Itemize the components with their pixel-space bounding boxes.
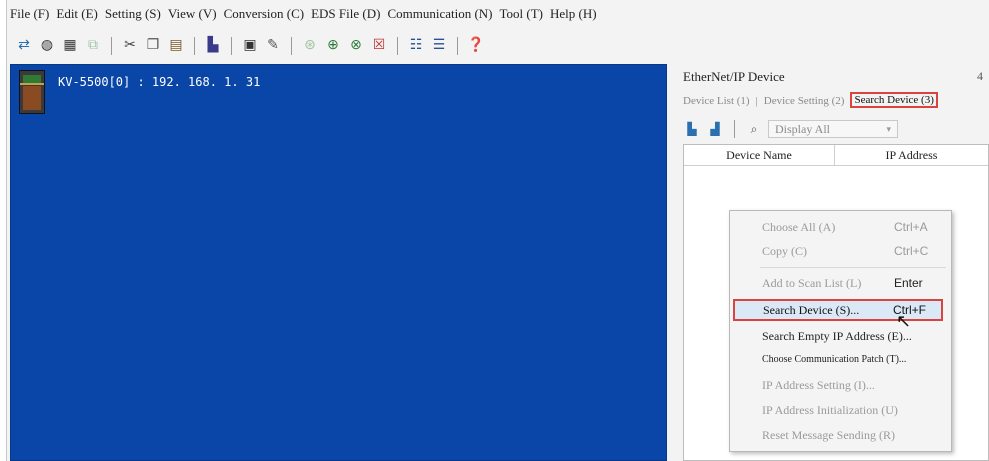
panel-pin-icon[interactable]: 4	[977, 69, 983, 84]
brush-icon[interactable]: ✎	[263, 36, 283, 56]
panel-toolbar: ▙ ▟ ⌕ Display All ▾	[683, 119, 898, 139]
context-menu: Choose All (A) Ctrl+A Copy (C) Ctrl+C Ad…	[729, 210, 952, 452]
toolbar-divider	[457, 37, 458, 55]
shortcut-label: Enter	[894, 276, 923, 290]
panel-title: EtherNet/IP Device	[683, 69, 785, 84]
edit-icon[interactable]: ▣	[240, 36, 260, 56]
list-icon[interactable]: ☰	[429, 36, 449, 56]
mouse-cursor-icon: ↖	[896, 311, 912, 331]
plc-screen	[23, 75, 41, 83]
tree-icon[interactable]: ▙	[203, 36, 223, 56]
menu-item-copy[interactable]: Copy (C) Ctrl+C	[762, 244, 928, 259]
menu-view[interactable]: View (V)	[168, 6, 217, 28]
menu-tool[interactable]: Tool (T)	[500, 6, 544, 28]
shortcut-label: Ctrl+C	[894, 244, 929, 258]
menu-item-label: Search Device (S)...	[763, 303, 860, 317]
menu-item-ip-setting[interactable]: IP Address Setting (I)...	[762, 378, 875, 393]
display-filter-value: Display All	[775, 121, 831, 136]
menu-setting[interactable]: Setting (S)	[105, 6, 161, 28]
shortcut-label: Ctrl+A	[894, 220, 928, 234]
toolbar-divider	[194, 37, 195, 55]
plc-stripe	[20, 83, 44, 85]
monitor-icon[interactable]: ◍	[37, 36, 57, 56]
menu-eds-file[interactable]: EDS File (D)	[311, 6, 380, 28]
table-icon[interactable]: ☷	[406, 36, 426, 56]
menu-item-label: Choose All (A)	[762, 220, 836, 234]
toolbar-divider	[397, 37, 398, 55]
plc-body	[23, 86, 41, 110]
menu-conversion[interactable]: Conversion (C)	[224, 6, 305, 28]
menu-item-choose-comm-path[interactable]: Choose Communication Patch (T)...	[762, 354, 906, 365]
tab-search-device[interactable]: Search Device (3)	[850, 92, 938, 108]
menu-edit[interactable]: Edit (E)	[56, 6, 98, 28]
paste-icon[interactable]: ▤	[166, 36, 186, 56]
menu-item-add-to-scan-list[interactable]: Add to Scan List (L) Enter	[762, 276, 923, 291]
copy-icon[interactable]: ❐	[143, 36, 163, 56]
menu-item-search-device[interactable]: Search Device (S)... Ctrl+F	[733, 299, 943, 321]
check-icon[interactable]: ☒	[369, 36, 389, 56]
column-ip-address[interactable]: IP Address	[835, 145, 988, 165]
display-filter-select[interactable]: Display All ▾	[768, 120, 898, 138]
menu-item-reset-message[interactable]: Reset Message Sending (R)	[762, 428, 895, 443]
menu-divider	[760, 267, 946, 268]
menu-file[interactable]: File (F)	[10, 6, 49, 28]
menu-bar: File (F) Edit (E) Setting (S) View (V) C…	[10, 6, 597, 28]
menu-item-search-empty-ip[interactable]: Search Empty IP Address (E)...	[762, 329, 912, 344]
toolbar-divider	[734, 120, 735, 138]
plc-device-icon[interactable]	[19, 70, 45, 114]
search-network-icon[interactable]: ⌕	[745, 120, 763, 138]
search-icon[interactable]: ⊕	[323, 36, 343, 56]
project-canvas[interactable]: KV-5500[0] : 192. 168. 1. 31	[10, 64, 667, 461]
disabled-tool-icon[interactable]: ⊛	[300, 36, 320, 56]
column-device-name[interactable]: Device Name	[684, 145, 835, 165]
menu-item-ip-initialization[interactable]: IP Address Initialization (U)	[762, 403, 898, 418]
remove-device-icon[interactable]: ▟	[706, 120, 724, 138]
network-icon[interactable]: ▦	[60, 36, 80, 56]
tab-device-setting[interactable]: Device Setting (2)	[764, 95, 845, 108]
panel-tabs: Device List (1) | Device Setting (2) Sea…	[683, 92, 938, 108]
menu-communication[interactable]: Communication (N)	[387, 6, 492, 28]
menu-item-label: Copy (C)	[762, 244, 807, 258]
plc-device-label: KV-5500[0] : 192. 168. 1. 31	[58, 75, 261, 89]
chevron-down-icon: ▾	[886, 124, 891, 134]
cut-icon[interactable]: ✂	[120, 36, 140, 56]
tab-device-list[interactable]: Device List (1)	[683, 95, 750, 108]
toolbar-divider	[231, 37, 232, 55]
help-icon[interactable]: ❓	[466, 36, 486, 56]
connect-icon[interactable]: ⇄	[14, 36, 34, 56]
menu-help[interactable]: Help (H)	[550, 6, 597, 28]
tab-divider: |	[755, 95, 758, 107]
add-device-icon[interactable]: ▙	[683, 120, 701, 138]
toolbar-divider	[291, 37, 292, 55]
table-header: Device Name IP Address	[684, 145, 988, 166]
menu-item-label: Add to Scan List (L)	[762, 276, 862, 290]
disabled-icon[interactable]: ⧉	[83, 36, 103, 56]
toolbar-divider	[111, 37, 112, 55]
main-toolbar: ⇄ ◍ ▦ ⧉ ✂ ❐ ▤ ▙ ▣ ✎ ⊛ ⊕ ⊗ ☒ ☷ ☰ ❓	[14, 34, 486, 58]
monitor2-icon[interactable]: ⊗	[346, 36, 366, 56]
menu-item-choose-all[interactable]: Choose All (A) Ctrl+A	[762, 220, 928, 235]
